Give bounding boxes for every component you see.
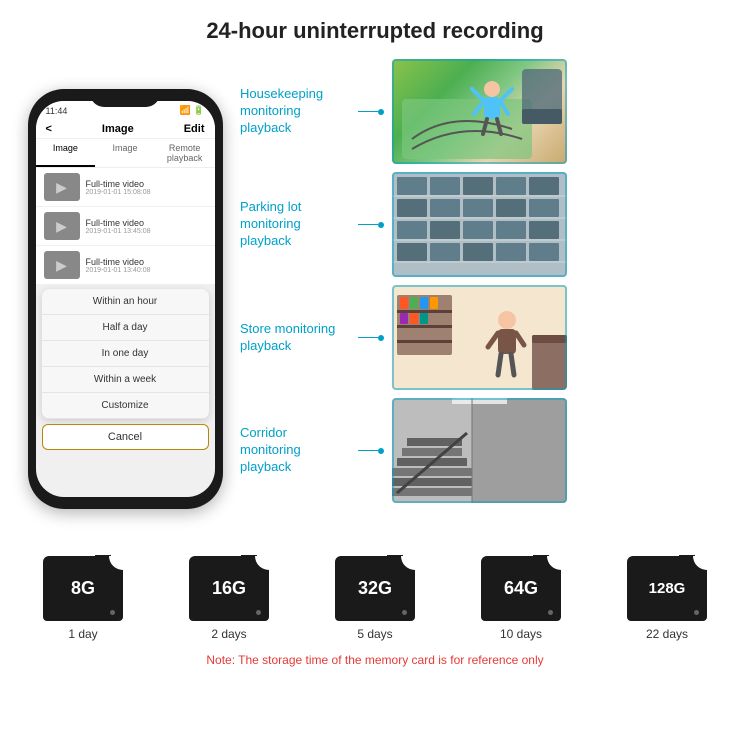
phone-edit-btn[interactable]: Edit (184, 123, 205, 135)
sd-card-64g: 64G (481, 556, 561, 621)
monitoring-section: Housekeeping monitoring playback (240, 54, 730, 544)
monitoring-label-parking: Parking lot monitoring playback (240, 199, 350, 250)
monitoring-label-corridor: Corridor monitoring playback (240, 425, 350, 476)
monitoring-img-parking (392, 172, 567, 277)
phone-back-btn[interactable]: < (46, 123, 52, 135)
sd-notch-16g (255, 556, 269, 570)
sd-size-32g: 32G (358, 578, 392, 599)
sd-dot-8g (110, 610, 115, 615)
connector-dot-3 (378, 335, 384, 341)
connector-dot-2 (378, 222, 384, 228)
sd-notch-128g (693, 556, 707, 570)
phone-tab-remote[interactable]: Remote playback (155, 139, 215, 167)
connector-line-4 (358, 450, 378, 452)
card-days-8g: 1 day (68, 627, 97, 641)
sd-dot-16g (256, 610, 261, 615)
phone-screen: 11:44 📶 🔋 < Image Edit Image Image Remot… (36, 101, 215, 497)
video-date-2: 2019-01-01 13:45:08 (86, 228, 151, 235)
connector-line-3 (358, 337, 378, 339)
video-thumb-2: ▶ (44, 212, 80, 240)
sd-dot-32g (402, 610, 407, 615)
monitoring-item-housekeeping: Housekeeping monitoring playback (240, 59, 730, 164)
connector-1 (358, 109, 384, 115)
monitoring-img-corridor (392, 398, 567, 503)
video-info-1: Full-time video 2019-01-01 15:08:08 (86, 179, 151, 196)
sd-size-8g: 8G (71, 578, 95, 599)
video-date-1: 2019-01-01 15:08:08 (86, 189, 151, 196)
video-thumb-3: ▶ (44, 251, 80, 279)
storage-card-8g: 8G 1 day (43, 556, 123, 641)
dropdown-item-week[interactable]: Within a week (42, 367, 209, 393)
sd-card-32g: 32G (335, 556, 415, 621)
phone-mockup: 11:44 📶 🔋 < Image Edit Image Image Remot… (20, 54, 230, 544)
phone-tabs: Image Image Remote playback (36, 139, 215, 168)
video-date-3: 2019-01-01 13:40:08 (86, 267, 151, 274)
storage-section: 8G 1 day 16G 2 days 32G 5 days (0, 544, 750, 671)
video-thumb-1: ▶ (44, 173, 80, 201)
sd-card-8g: 8G (43, 556, 123, 621)
storage-card-128g: 128G 22 days (627, 556, 707, 641)
sd-notch-64g (547, 556, 561, 570)
list-item[interactable]: ▶ Full-time video 2019-01-01 13:40:08 (36, 246, 215, 285)
dropdown-item-oneday[interactable]: In one day (42, 341, 209, 367)
dropdown-item-customize[interactable]: Customize (42, 393, 209, 419)
phone-icons: 📶 🔋 (180, 105, 205, 116)
card-days-64g: 10 days (500, 627, 542, 641)
video-title-1: Full-time video (86, 179, 151, 189)
sd-card-16g: 16G (189, 556, 269, 621)
phone-body: 11:44 📶 🔋 < Image Edit Image Image Remot… (28, 89, 223, 509)
list-item[interactable]: ▶ Full-time video 2019-01-01 13:45:08 (36, 207, 215, 246)
connector-line-1 (358, 111, 378, 113)
sd-card-128g: 128G (627, 556, 707, 621)
phone-cancel-btn[interactable]: Cancel (42, 424, 209, 450)
connector-dot-1 (378, 109, 384, 115)
connector-3 (358, 335, 384, 341)
storage-cards: 8G 1 day 16G 2 days 32G 5 days (10, 556, 740, 641)
card-days-32g: 5 days (357, 627, 392, 641)
monitoring-label-store: Store monitoring playback (240, 321, 350, 355)
storage-card-32g: 32G 5 days (335, 556, 415, 641)
video-title-2: Full-time video (86, 218, 151, 228)
sd-size-64g: 64G (504, 578, 538, 599)
monitoring-img-store (392, 285, 567, 390)
sd-notch-8g (109, 556, 123, 570)
connector-4 (358, 448, 384, 454)
sd-dot-128g (694, 610, 699, 615)
monitoring-label-housekeeping: Housekeeping monitoring playback (240, 86, 350, 137)
phone-tab-image[interactable]: Image (36, 139, 96, 167)
phone-tab-image2[interactable]: Image (95, 139, 155, 167)
connector-line-2 (358, 224, 378, 226)
connector-2 (358, 222, 384, 228)
sd-size-128g: 128G (649, 580, 686, 597)
phone-title-bar: < Image Edit (36, 120, 215, 139)
phone-screen-title: Image (102, 123, 134, 135)
card-days-128g: 22 days (646, 627, 688, 641)
sd-notch-32g (401, 556, 415, 570)
storage-card-16g: 16G 2 days (189, 556, 269, 641)
dropdown-item-hour[interactable]: Within an hour (42, 289, 209, 315)
sd-size-16g: 16G (212, 578, 246, 599)
sd-dot-64g (548, 610, 553, 615)
monitoring-img-housekeeping (392, 59, 567, 164)
storage-note: Note: The storage time of the memory car… (10, 649, 740, 671)
phone-notch (90, 89, 160, 107)
connector-dot-4 (378, 448, 384, 454)
dropdown-item-halfday[interactable]: Half a day (42, 315, 209, 341)
monitoring-item-parking: Parking lot monitoring playback (240, 172, 730, 277)
phone-video-list: ▶ Full-time video 2019-01-01 15:08:08 ▶ … (36, 168, 215, 285)
monitoring-item-corridor: Corridor monitoring playback (240, 398, 730, 503)
video-info-2: Full-time video 2019-01-01 13:45:08 (86, 218, 151, 235)
video-info-3: Full-time video 2019-01-01 13:40:08 (86, 257, 151, 274)
phone-dropdown: Within an hour Half a day In one day Wit… (42, 289, 209, 419)
page-title: 24-hour uninterrupted recording (0, 0, 750, 54)
monitoring-item-store: Store monitoring playback (240, 285, 730, 390)
card-days-16g: 2 days (211, 627, 246, 641)
list-item[interactable]: ▶ Full-time video 2019-01-01 15:08:08 (36, 168, 215, 207)
video-title-3: Full-time video (86, 257, 151, 267)
phone-time: 11:44 (46, 106, 68, 116)
storage-card-64g: 64G 10 days (481, 556, 561, 641)
